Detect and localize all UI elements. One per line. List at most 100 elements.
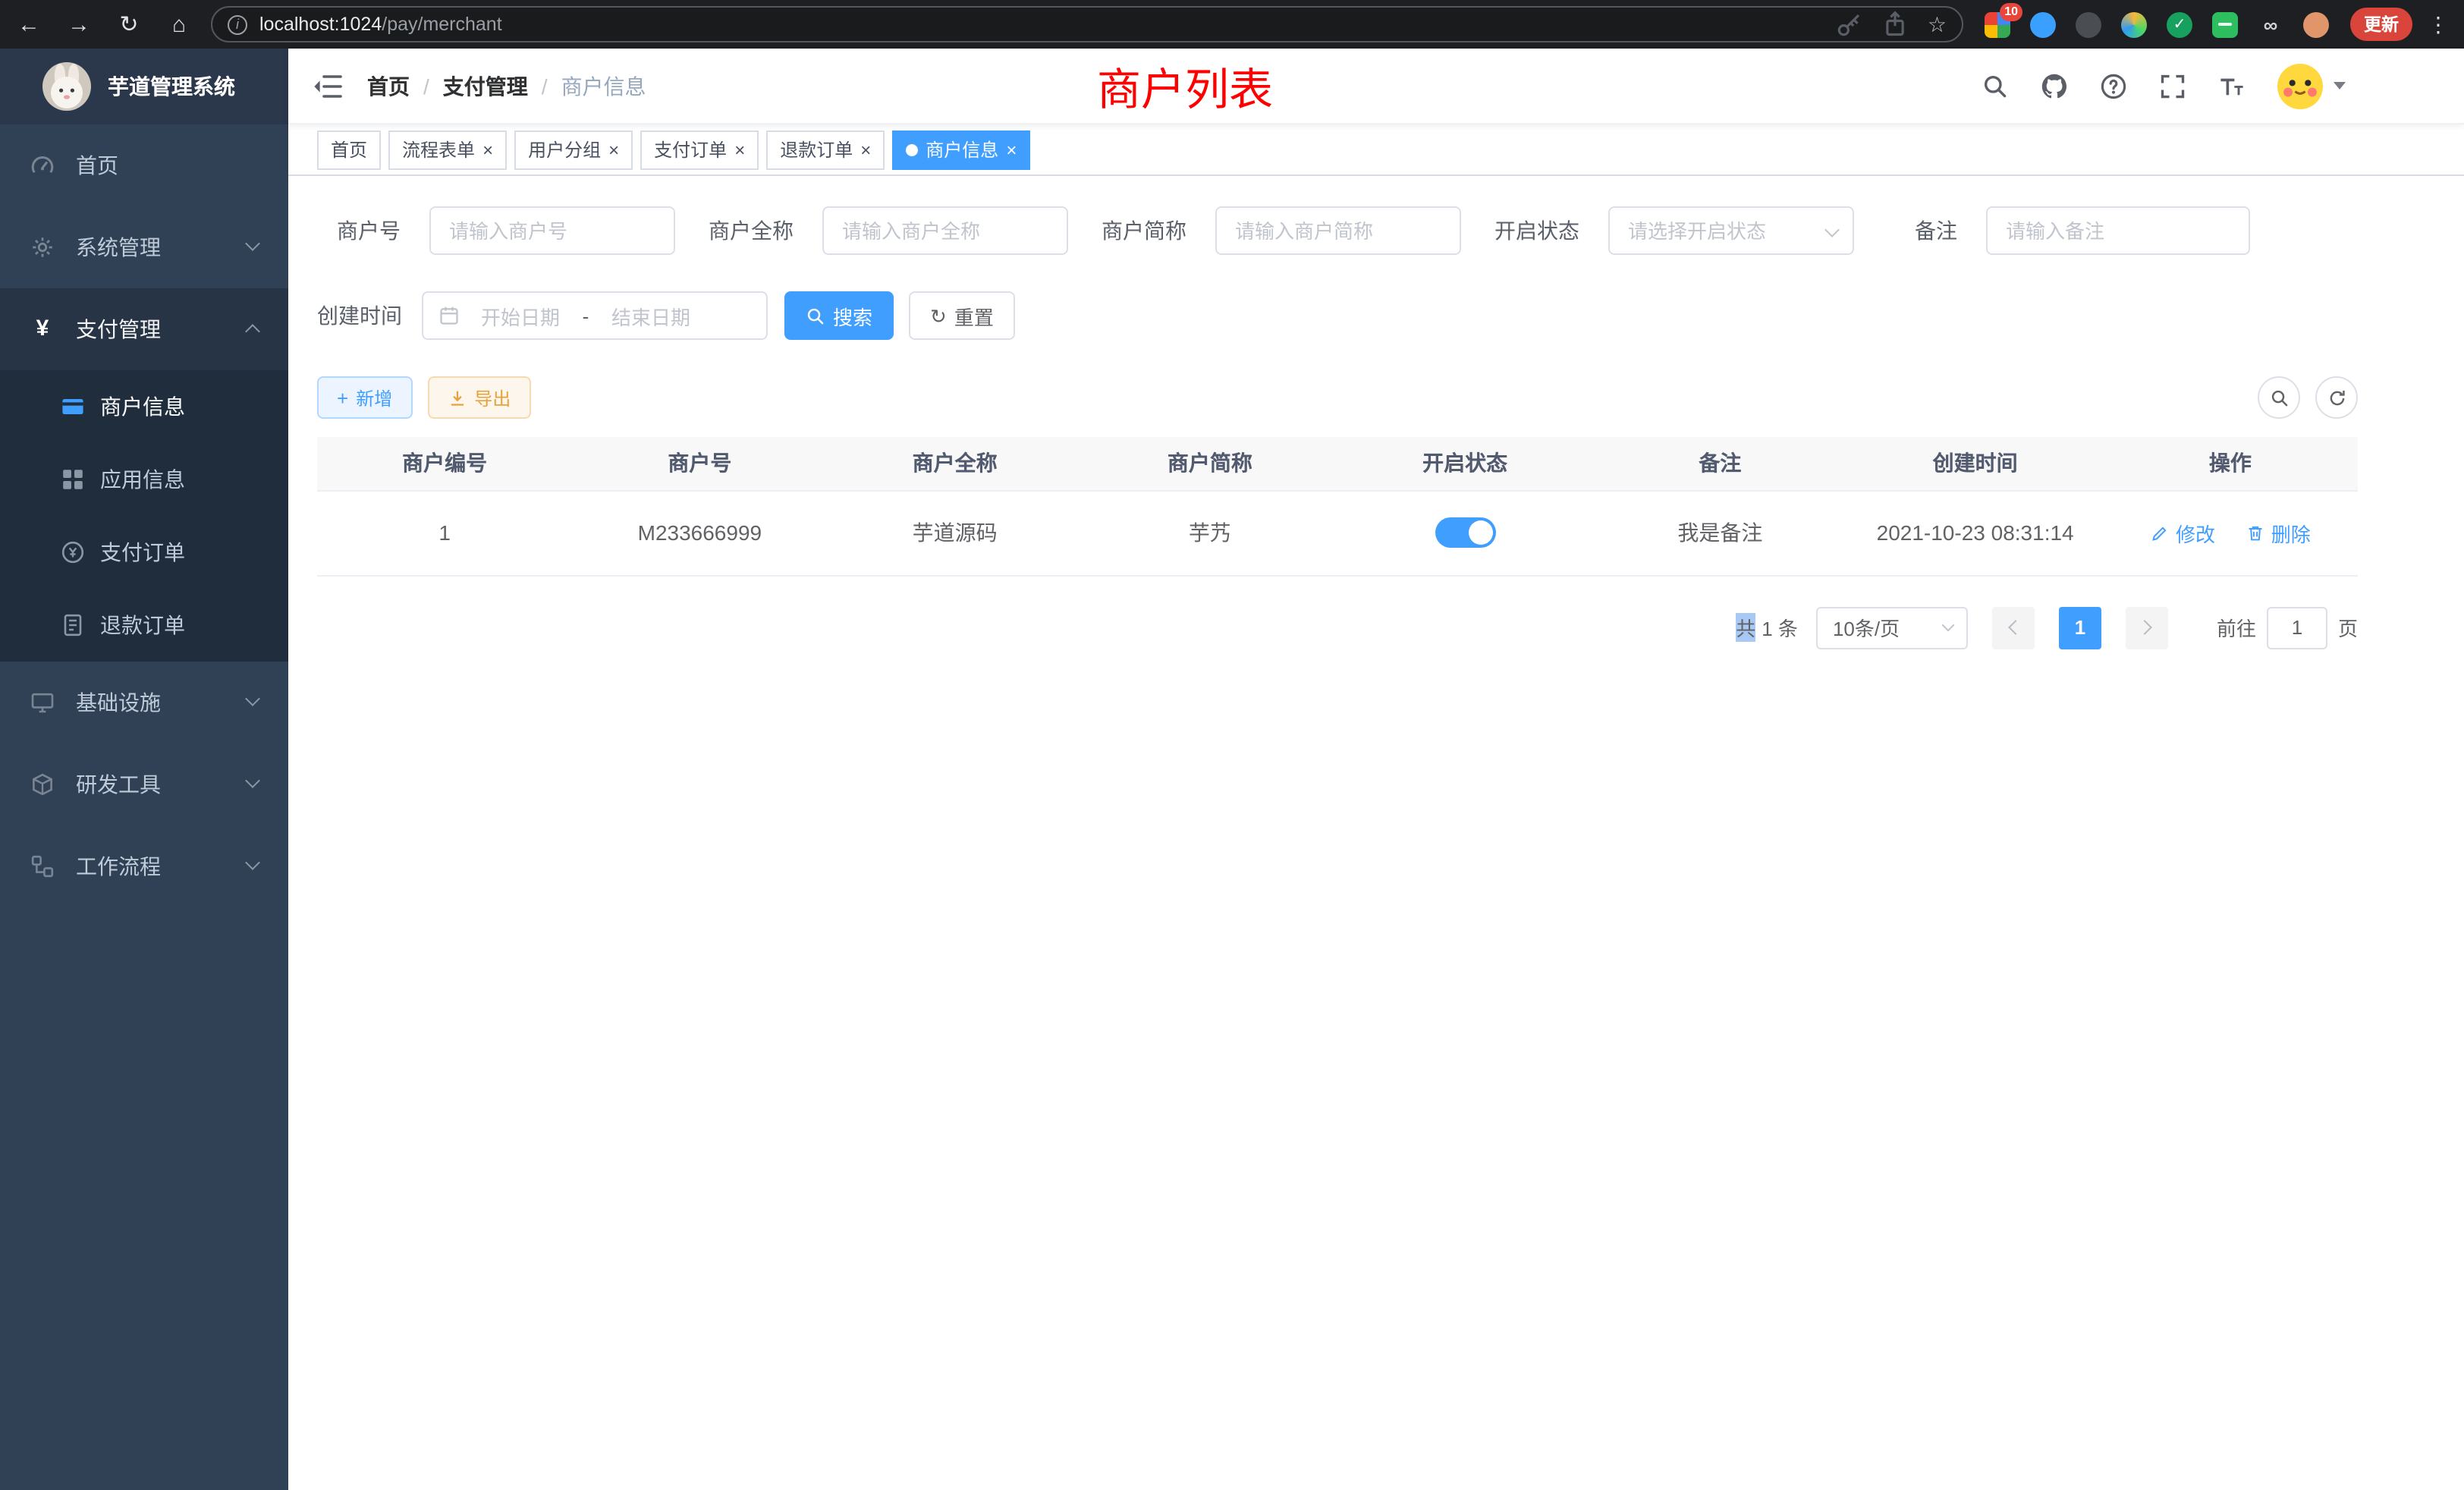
sidebar-menu: 首页 系统管理 ¥ 支付管理 商户信息 — [0, 124, 288, 907]
remark-input[interactable] — [1986, 206, 2250, 255]
tag-merchant-info[interactable]: 商户信息 × — [892, 130, 1030, 169]
close-icon[interactable]: × — [482, 140, 493, 159]
delete-button[interactable]: 删除 — [2246, 518, 2311, 547]
sidebar-item-payment[interactable]: ¥ 支付管理 — [0, 288, 288, 370]
address-bar[interactable]: i localhost:1024/pay/merchant ☆ — [211, 6, 1963, 42]
cell-create-time: 2021-10-23 08:31:14 — [1848, 490, 2103, 575]
merchant-name-label: 商户全称 — [709, 215, 794, 246]
next-page-button[interactable] — [2126, 606, 2168, 649]
col-merchant-no: 商户号 — [572, 437, 827, 490]
tag-user-group[interactable]: 用户分组 × — [514, 130, 633, 169]
cell-merchant-id: 1 — [317, 490, 572, 575]
navbar-actions — [1982, 63, 2346, 108]
breadcrumb-payment[interactable]: 支付管理 — [443, 71, 528, 101]
page-number-1[interactable]: 1 — [2059, 606, 2101, 649]
sidebar-item-pay-order[interactable]: 支付订单 — [0, 516, 288, 589]
search-icon[interactable] — [1982, 72, 2009, 99]
chevron-down-icon — [245, 855, 260, 870]
bookmark-star-icon[interactable]: ☆ — [1928, 14, 1947, 35]
table-row: 1 M233666999 芋道源码 芋艿 我是备注 2021-10-23 08:… — [317, 490, 2358, 575]
edit-label: 修改 — [2176, 518, 2215, 547]
hamburger-icon[interactable] — [313, 71, 343, 101]
monitor-icon — [30, 690, 55, 715]
tag-refund-order[interactable]: 退款订单 × — [766, 130, 885, 169]
tag-pay-order[interactable]: 支付订单 × — [640, 130, 759, 169]
search-button[interactable]: 搜索 — [784, 291, 894, 340]
user-menu[interactable] — [2277, 63, 2346, 108]
status-select-input[interactable] — [1608, 206, 1854, 255]
merchant-no-input[interactable] — [429, 206, 675, 255]
sidebar-item-merchant-info[interactable]: 商户信息 — [0, 370, 288, 443]
close-icon[interactable]: × — [1006, 140, 1017, 159]
date-end-placeholder[interactable]: 结束日期 — [596, 301, 706, 330]
site-info-icon[interactable]: i — [228, 14, 247, 34]
page-content: 商户号 商户全称 商户简称 开启状态 — [288, 176, 2464, 1490]
date-start-placeholder[interactable]: 开始日期 — [466, 301, 575, 330]
tag-home[interactable]: 首页 — [317, 130, 381, 169]
forward-icon[interactable]: → — [65, 13, 93, 36]
close-icon[interactable]: × — [608, 140, 619, 159]
close-icon[interactable]: × — [860, 140, 871, 159]
sidebar-item-app-info[interactable]: 应用信息 — [0, 443, 288, 516]
cell-merchant-name: 芋道源码 — [828, 490, 1083, 575]
github-icon[interactable] — [2041, 72, 2068, 99]
sidebar-item-home[interactable]: 首页 — [0, 124, 288, 206]
reload-icon[interactable]: ↻ — [115, 13, 143, 36]
extension-knot-icon[interactable]: ∞ — [2258, 11, 2283, 37]
sidebar-item-dev-tools[interactable]: 研发工具 — [0, 743, 288, 825]
goto-page-input[interactable] — [2267, 606, 2327, 649]
export-button[interactable]: 导出 — [427, 376, 530, 419]
edit-button[interactable]: 修改 — [2150, 518, 2215, 547]
share-icon[interactable] — [1882, 11, 1909, 38]
sidebar-item-system[interactable]: 系统管理 — [0, 206, 288, 288]
tags-view: 首页 流程表单 × 用户分组 × 支付订单 × 退款订单 × — [288, 124, 2464, 176]
extension-note-icon[interactable] — [2212, 11, 2238, 37]
font-size-icon[interactable] — [2218, 72, 2246, 99]
status-toggle[interactable] — [1435, 517, 1495, 548]
merchant-table: 商户编号 商户号 商户全称 商户简称 开启状态 备注 创建时间 操作 1 — [317, 437, 2358, 576]
remark-label: 备注 — [1915, 215, 1957, 246]
box-icon — [30, 772, 55, 797]
date-range-picker[interactable]: 开始日期 - 结束日期 — [422, 291, 768, 340]
browser-update-button[interactable]: 更新 — [2350, 8, 2412, 41]
back-icon[interactable]: ← — [15, 13, 42, 36]
sidebar-item-workflow[interactable]: 工作流程 — [0, 825, 288, 907]
home-icon[interactable]: ⌂ — [165, 13, 193, 36]
browser-menu-icon[interactable]: ⋮ — [2428, 11, 2449, 37]
extension-drop-icon[interactable] — [2030, 11, 2056, 37]
sidebar-item-label: 支付管理 — [76, 314, 161, 344]
sidebar-item-infra[interactable]: 基础设施 — [0, 662, 288, 743]
search-button-label: 搜索 — [833, 301, 872, 330]
sidebar-item-refund-order[interactable]: 退款订单 — [0, 589, 288, 662]
extension-dark-icon[interactable] — [2076, 11, 2101, 37]
help-icon[interactable] — [2100, 72, 2127, 99]
table-header-row: 商户编号 商户号 商户全称 商户简称 开启状态 备注 创建时间 操作 — [317, 437, 2358, 490]
breadcrumb-home[interactable]: 首页 — [367, 71, 410, 101]
toggle-search-button[interactable] — [2258, 376, 2300, 419]
sidebar-logo[interactable]: 芋道管理系统 — [0, 49, 288, 124]
add-button[interactable]: + 新增 — [317, 376, 412, 419]
merchant-short-input[interactable] — [1215, 206, 1461, 255]
tag-label: 支付订单 — [654, 137, 727, 162]
chevron-down-icon — [1941, 619, 1954, 632]
total-count: 1 条 — [1762, 613, 1798, 642]
refresh-table-button[interactable] — [2315, 376, 2358, 419]
pagination-total: 共 1 条 — [1736, 613, 1798, 642]
status-label: 开启状态 — [1494, 215, 1579, 246]
password-key-icon[interactable] — [1837, 11, 1864, 38]
merchant-name-input[interactable] — [822, 206, 1068, 255]
extension-check-icon[interactable]: ✓ — [2167, 11, 2192, 37]
prev-page-button[interactable] — [1992, 606, 2035, 649]
page-size-select[interactable]: 10条/页 — [1816, 606, 1968, 649]
browser-profile-avatar[interactable] — [2303, 11, 2329, 37]
plus-icon: + — [337, 388, 348, 407]
extension-rainbow-icon[interactable] — [2121, 11, 2147, 37]
reset-button[interactable]: ↻ 重置 — [909, 291, 1015, 340]
tag-process-form[interactable]: 流程表单 × — [388, 130, 507, 169]
app-title: 芋道管理系统 — [108, 71, 235, 102]
fullscreen-icon[interactable] — [2159, 72, 2186, 99]
status-select[interactable] — [1608, 206, 1854, 255]
logo-avatar — [42, 62, 91, 111]
extension-grid-icon[interactable]: 10 — [1985, 11, 2010, 37]
close-icon[interactable]: × — [734, 140, 745, 159]
